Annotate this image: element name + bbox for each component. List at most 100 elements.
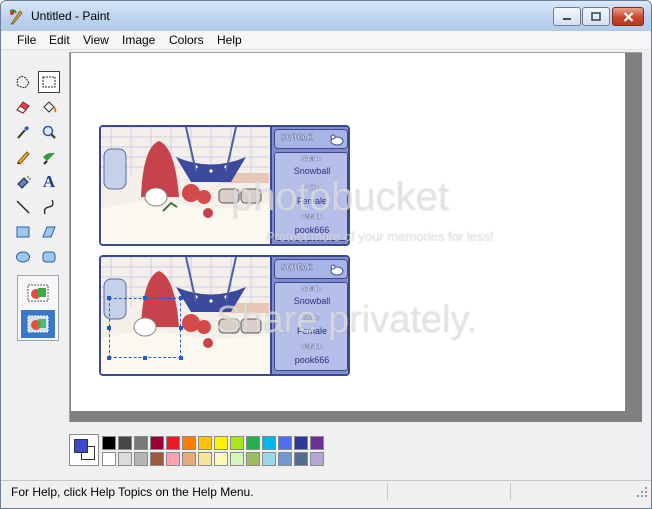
close-button[interactable] [612, 7, 644, 26]
current-colors[interactable] [69, 434, 99, 466]
tool-brush[interactable] [38, 146, 60, 168]
palette-swatch[interactable] [102, 452, 116, 466]
selection-rectangle[interactable] [107, 296, 183, 360]
tool-fill-with-color[interactable] [38, 96, 60, 118]
selection-handle[interactable] [107, 296, 111, 300]
palette-swatch[interactable] [246, 452, 260, 466]
curve-icon [43, 199, 54, 215]
tool-select[interactable] [38, 71, 60, 93]
palette-swatch[interactable] [198, 436, 212, 450]
tool-options-panel [17, 275, 59, 341]
maximize-button[interactable] [582, 7, 610, 26]
menu-help[interactable]: Help [215, 33, 244, 47]
line-icon [16, 200, 30, 214]
palette-swatch[interactable] [230, 452, 244, 466]
paint-app-icon [9, 9, 23, 25]
tool-magnifier[interactable] [38, 121, 60, 143]
selection-handle[interactable] [179, 296, 183, 300]
window-title: Untitled - Paint [31, 9, 110, 23]
foreground-color-swatch[interactable] [74, 439, 88, 453]
fill-bucket-icon [43, 101, 57, 113]
menu-view[interactable]: View [81, 33, 111, 47]
pet-card-1: SQUEAK NAME: Snowball SEX: Female OWNER … [99, 125, 350, 246]
menu-image[interactable]: Image [120, 33, 157, 47]
minimize-button[interactable] [553, 7, 581, 26]
tool-airbrush[interactable] [12, 171, 34, 193]
hamster-scene-image [101, 127, 269, 244]
eyedropper-icon [17, 126, 29, 139]
palette-swatch[interactable] [198, 452, 212, 466]
palette-swatch[interactable] [182, 436, 196, 450]
opaque-selection-icon [27, 284, 49, 302]
pet-name: Snowball [293, 296, 331, 306]
menu-bar: File Edit View Image Colors Help [1, 31, 651, 50]
palette-swatch[interactable] [150, 436, 164, 450]
selection-handle[interactable] [179, 356, 183, 360]
palette-swatch[interactable] [150, 452, 164, 466]
palette-swatch[interactable] [294, 452, 308, 466]
selection-handle[interactable] [107, 326, 111, 330]
tool-free-form-select[interactable] [12, 71, 34, 93]
minimize-icon [563, 17, 571, 20]
tool-rectangle[interactable] [12, 221, 34, 243]
pet-info-panel: SQUEAK NAME: Snowball SEX: Female OWNER … [270, 127, 348, 244]
menu-colors[interactable]: Colors [167, 33, 206, 47]
selection-handle[interactable] [107, 356, 111, 360]
palette-swatch[interactable] [310, 436, 324, 450]
palette-swatch[interactable] [246, 436, 260, 450]
status-pane-divider [387, 483, 388, 500]
tool-curve[interactable] [38, 196, 60, 218]
palette-swatch[interactable] [278, 436, 292, 450]
status-help-text: For Help, click Help Topics on the Help … [11, 485, 254, 499]
tool-eraser[interactable] [12, 96, 34, 118]
palette-swatch[interactable] [118, 452, 132, 466]
palette-swatch[interactable] [262, 436, 276, 450]
opaque-selection-option[interactable] [21, 279, 55, 307]
mouse-icon [330, 264, 344, 276]
transparent-selection-option[interactable] [21, 310, 55, 338]
palette-swatch[interactable] [134, 436, 148, 450]
palette-swatch[interactable] [294, 436, 308, 450]
palette-swatch[interactable] [230, 436, 244, 450]
palette-swatch[interactable] [134, 452, 148, 466]
tool-ellipse[interactable] [12, 246, 34, 268]
palette-swatch[interactable] [118, 436, 132, 450]
name-label: NAME: [301, 155, 323, 163]
tool-polygon[interactable] [38, 221, 60, 243]
maximize-icon [591, 12, 601, 21]
palette-swatch[interactable] [310, 452, 324, 466]
owner-label: OWNER [301, 343, 323, 351]
tool-rounded-rectangle[interactable] [38, 246, 60, 268]
selection-handle[interactable] [143, 296, 147, 300]
palette-swatch[interactable] [166, 436, 180, 450]
magnifier-icon [42, 125, 56, 139]
palette-swatch[interactable] [262, 452, 276, 466]
resize-grip-icon[interactable] [636, 486, 648, 498]
mouse-icon [330, 134, 344, 146]
tool-line[interactable] [12, 196, 34, 218]
pet-owner: pook666 [294, 355, 330, 365]
palette-swatch[interactable] [278, 452, 292, 466]
tool-pencil[interactable] [12, 146, 34, 168]
selection-handle[interactable] [143, 356, 147, 360]
selection-handle[interactable] [179, 326, 183, 330]
menu-file[interactable]: File [15, 33, 38, 47]
tool-pick-color[interactable] [12, 121, 34, 143]
palette-swatch[interactable] [102, 436, 116, 450]
status-bar: For Help, click Help Topics on the Help … [1, 480, 651, 502]
menu-edit[interactable]: Edit [47, 33, 72, 47]
tool-text[interactable]: A [38, 171, 60, 193]
palette-swatch[interactable] [182, 452, 196, 466]
owner-label: OWNER [301, 213, 323, 221]
eraser-icon [16, 101, 30, 114]
pet-info-box: NAME: Snowball SEX: Female OWNER pook666 [274, 152, 348, 241]
squeak-logo-text: SQUEAK [281, 133, 313, 142]
pet-owner: pook666 [294, 225, 330, 235]
title-bar[interactable]: Untitled - Paint [1, 1, 651, 31]
palette-swatch[interactable] [214, 452, 228, 466]
rect-select-icon [42, 76, 56, 88]
name-label: NAME: [301, 285, 323, 293]
palette-swatch[interactable] [166, 452, 180, 466]
pencil-icon [17, 151, 30, 165]
palette-swatch[interactable] [214, 436, 228, 450]
